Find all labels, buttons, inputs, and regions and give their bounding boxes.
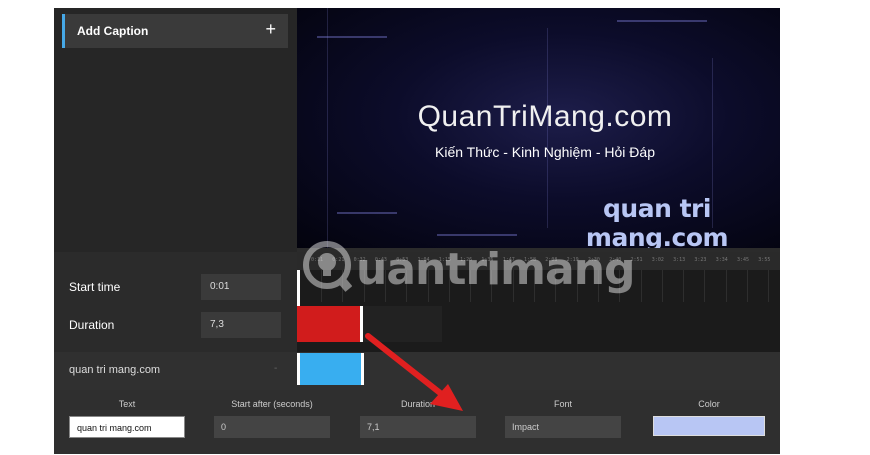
caption-item-label: quan tri mang.com (69, 364, 161, 376)
lightbulb-icon (303, 241, 352, 292)
watermark-text: uantrimang (356, 244, 636, 295)
timeline-tick-label: 3:23 (694, 257, 707, 263)
caption-text-input[interactable]: quan tri mang.com (69, 416, 185, 438)
red-arrow-icon (365, 333, 463, 411)
duration-label: Duration (69, 318, 115, 332)
timeline-tick-label: 3:45 (737, 257, 750, 263)
timeline-gridline (661, 270, 663, 302)
caption-clip[interactable] (297, 353, 364, 385)
timeline-tick-label: 3:02 (651, 257, 664, 263)
timeline-gridline (768, 270, 770, 302)
timeline-gridline (640, 270, 642, 302)
color-picker[interactable] (653, 416, 765, 436)
font-label: Font (553, 399, 572, 409)
timeline-gridline (747, 270, 748, 302)
add-caption-label: Add Caption (77, 24, 149, 38)
timeline-gridline (725, 270, 727, 302)
caption-sidebar: Add Caption + (54, 8, 297, 252)
plus-icon: + (265, 19, 276, 39)
light-streak (617, 20, 707, 22)
font-select[interactable]: Impact (505, 416, 621, 438)
timeline-gridline (704, 270, 706, 302)
start-after-label: Start after (seconds) (231, 399, 313, 409)
start-time-field[interactable]: 0:01 (201, 274, 281, 300)
timeline-playhead[interactable] (297, 270, 300, 306)
color-label: Color (698, 399, 720, 409)
duration-field[interactable]: 7,3 (201, 312, 281, 338)
collapse-icon[interactable]: - (274, 363, 277, 374)
timeline-gridline (683, 270, 685, 302)
watermark-logo: uantrimang (302, 236, 636, 300)
preview-title: QuanTriMang.com (417, 100, 673, 133)
timeline-tick-label: 3:13 (673, 257, 686, 263)
timeline-tick-label: 3:55 (758, 257, 771, 263)
light-streak (337, 212, 397, 214)
add-caption-button[interactable]: Add Caption + (62, 14, 288, 48)
text-label: Text (118, 399, 136, 409)
video-preview[interactable]: QuanTriMang.com Kiến Thức - Kinh Nghiệm … (297, 8, 780, 248)
start-after-input[interactable]: 0 (214, 416, 330, 438)
video-clip[interactable] (297, 306, 363, 342)
light-streak (327, 8, 328, 248)
preview-subtitle: Kiến Thức - Kinh Nghiệm - Hỏi Đáp (435, 144, 655, 160)
timeline-tick-label: 3:34 (715, 257, 728, 263)
start-time-label: Start time (69, 280, 121, 294)
